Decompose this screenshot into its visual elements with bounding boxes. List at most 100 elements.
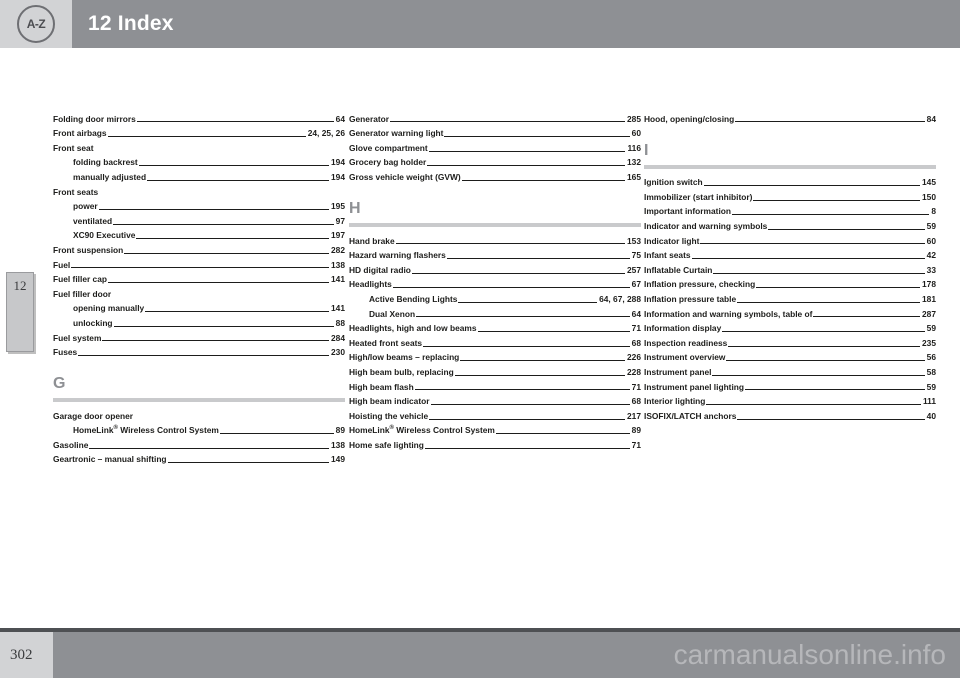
index-entry[interactable]: Fuel system 284 — [53, 329, 345, 344]
index-entry[interactable]: Inflatable Curtain 33 — [644, 261, 936, 276]
index-entry-text: unlocking — [73, 317, 113, 328]
index-entry[interactable]: Ignition switch 145 — [644, 174, 936, 189]
index-entry-text: Front seat — [53, 142, 94, 153]
leader-line — [136, 120, 334, 123]
index-entry-text: HomeLink® Wireless Control System — [73, 425, 219, 436]
index-entry[interactable]: Generator warning light 60 — [349, 125, 641, 140]
footer-bar: carmanualsonline.info — [53, 632, 960, 678]
index-entry[interactable]: Indicator and warning symbols 59 — [644, 217, 936, 232]
index-entry[interactable]: Information and warning symbols, table o… — [644, 305, 936, 320]
leader-line — [108, 281, 330, 283]
index-entry[interactable]: Immobilizer (start inhibitor) 150 — [644, 188, 936, 203]
index-entry[interactable]: Information display 59 — [644, 320, 936, 335]
index-entry[interactable]: High beam flash 71 — [349, 378, 641, 393]
index-entry[interactable]: Heated front seats 68 — [349, 334, 641, 349]
leader-line — [411, 272, 626, 274]
leader-line — [458, 301, 598, 303]
index-entry[interactable]: Important information 8 — [644, 203, 936, 218]
leader-line — [89, 447, 330, 449]
index-entry[interactable]: Front suspension 282 — [53, 241, 345, 256]
index-sub-entry[interactable]: Dual Xenon 64 — [349, 305, 641, 320]
index-entry-text: High/low beams – replacing — [349, 352, 460, 363]
index-entry-text: ventilated — [73, 215, 113, 226]
index-entry-text: Hand brake — [349, 235, 395, 246]
index-entry-text: Gasoline — [53, 439, 89, 450]
index-entry[interactable]: Gasoline 138 — [53, 436, 345, 451]
index-entry[interactable]: Glove compartment 116 — [349, 139, 641, 154]
index-entry-text: Front airbags — [53, 128, 107, 139]
section-letter: I — [644, 141, 649, 159]
leader-line — [124, 252, 330, 254]
index-sub-entry[interactable]: XC90 Executive 197 — [53, 227, 345, 242]
index-sub-entry[interactable]: unlocking 88 — [53, 314, 345, 329]
index-entry[interactable]: Indicator light 60 — [644, 232, 936, 247]
index-entry[interactable]: Front seats — [53, 183, 345, 198]
index-entry-page: 217 — [627, 410, 641, 421]
index-entry[interactable]: Grocery bag holder 132 — [349, 154, 641, 169]
leader-line — [136, 237, 330, 240]
index-sub-entry[interactable]: HomeLink® Wireless Control System 89 — [53, 422, 345, 437]
index-entry[interactable]: Infant seats 42 — [644, 247, 936, 262]
index-entry-text: Generator warning light — [349, 128, 444, 139]
index-sub-entry[interactable]: Active Bending Lights 64, 67, 288 — [349, 290, 641, 305]
index-entry-page: 68 — [631, 337, 641, 348]
column-3: Hood, opening/closing 84 I Ignition switch 1… — [644, 110, 936, 610]
index-sub-entry[interactable]: ventilated 97 — [53, 212, 345, 227]
index-entry[interactable]: ISOFIX/LATCH anchors 40 — [644, 407, 936, 422]
index-entry[interactable]: Hood, opening/closing 84 — [644, 110, 936, 125]
index-entry[interactable]: Instrument overview 56 — [644, 349, 936, 364]
index-entry[interactable]: Inflation pressure table 181 — [644, 290, 936, 305]
index-entry-text: folding backrest — [73, 157, 138, 168]
index-entry[interactable]: Fuel filler cap 141 — [53, 271, 345, 286]
index-entry[interactable]: Inflation pressure, checking 178 — [644, 276, 936, 291]
index-entry-text: Dual Xenon — [369, 308, 416, 319]
index-sub-entry[interactable]: folding backrest 194 — [53, 154, 345, 169]
index-entry-text: Information and warning symbols, table o… — [644, 308, 813, 319]
index-entry[interactable]: Generator 285 — [349, 110, 641, 125]
index-entry[interactable]: Interior lighting 111 — [644, 393, 936, 408]
index-entry-page: 33 — [926, 264, 936, 275]
index-entry[interactable]: Front airbags 24, 25, 26 — [53, 125, 345, 140]
index-entry-text: HomeLink® Wireless Control System — [349, 425, 495, 436]
leader-line — [138, 164, 330, 167]
index-entry[interactable]: Hoisting the vehicle 217 — [349, 407, 641, 422]
section-letter: H — [349, 199, 361, 217]
index-entry[interactable]: High/low beams – replacing 226 — [349, 349, 641, 364]
section-rule — [644, 164, 936, 169]
leader-line — [461, 179, 626, 181]
index-entry-page: 40 — [926, 410, 936, 421]
registered-trademark-icon: ® — [389, 425, 394, 432]
index-entry[interactable]: Geartronic – manual shifting 149 — [53, 451, 345, 466]
index-entry-text: Inflation pressure table — [644, 293, 737, 304]
index-entry[interactable]: HD digital radio 257 — [349, 261, 641, 276]
index-entry[interactable]: Headlights 67 — [349, 276, 641, 291]
leader-line — [414, 388, 630, 391]
index-sub-entry[interactable]: power 195 — [53, 198, 345, 213]
index-entry[interactable]: Gross vehicle weight (GVW) 165 — [349, 168, 641, 183]
index-entry[interactable]: Home safe lighting 71 — [349, 436, 641, 451]
index-entry-page: 8 — [931, 206, 936, 217]
index-entry[interactable]: Fuel 138 — [53, 256, 345, 271]
index-entry[interactable]: High beam indicator 68 — [349, 393, 641, 408]
index-entry[interactable]: Headlights, high and low beams 71 — [349, 320, 641, 335]
index-entry-page: 71 — [631, 439, 641, 450]
index-sub-entry[interactable]: opening manually 141 — [53, 300, 345, 315]
index-entry[interactable]: Instrument panel lighting 59 — [644, 378, 936, 393]
index-entry[interactable]: Hand brake 153 — [349, 232, 641, 247]
index-entry[interactable]: Fuel filler door — [53, 285, 345, 300]
index-entry[interactable]: HomeLink® Wireless Control System 89 — [349, 422, 641, 437]
leader-line — [78, 354, 330, 356]
index-entry[interactable]: Folding door mirrors 64 — [53, 110, 345, 125]
index-entry[interactable]: Garage door opener — [53, 407, 345, 422]
index-entry[interactable]: Inspection readiness 235 — [644, 334, 936, 349]
index-entry[interactable]: Front seat — [53, 139, 345, 154]
index-entry-page: 56 — [926, 352, 936, 363]
index-sub-entry[interactable]: manually adjusted 194 — [53, 168, 345, 183]
index-entry-page: 60 — [926, 235, 936, 246]
index-entry[interactable]: Hazard warning flashers 75 — [349, 247, 641, 262]
index-entry[interactable]: Instrument panel 58 — [644, 363, 936, 378]
index-entry[interactable]: High beam bulb, replacing 228 — [349, 363, 641, 378]
index-entry-page: 97 — [335, 215, 345, 226]
index-entry-page: 59 — [926, 323, 936, 334]
index-entry[interactable]: Fuses 230 — [53, 344, 345, 359]
